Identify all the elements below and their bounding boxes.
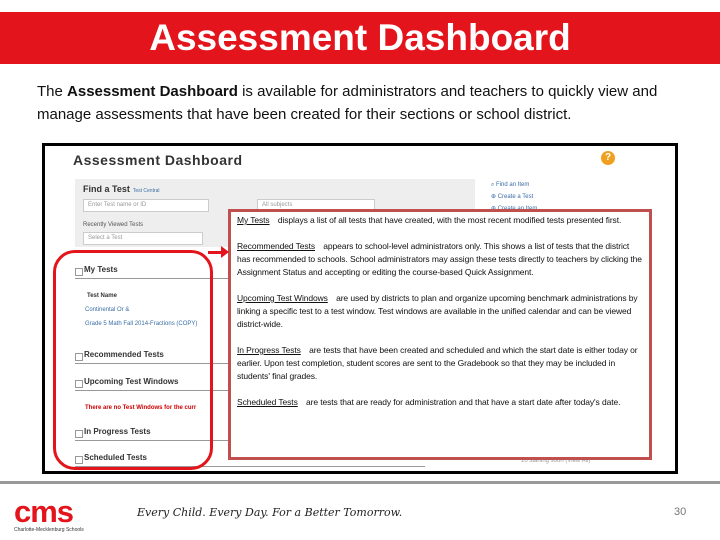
create-test-link[interactable]: ⊕ Create a Test (491, 191, 537, 203)
logo-text: cms (14, 494, 74, 529)
callout-term: Scheduled Tests (237, 397, 298, 407)
intro-prefix: The (37, 83, 68, 100)
find-item-label: Find an Item (496, 182, 530, 188)
intro-text: The Assessment Dashboard is available fo… (37, 80, 697, 126)
dashboard-title: Assessment Dashboard (73, 152, 243, 168)
tagline: Every Child. Every Day. For a Better Tom… (137, 506, 403, 519)
recent-test-select[interactable]: Select a Test (83, 232, 203, 245)
footer-divider (0, 481, 720, 484)
callout-text: are tests that are ready for administrat… (305, 397, 621, 407)
callout-text: displays a list of all tests that have c… (277, 215, 622, 225)
arrowhead-icon (221, 246, 229, 258)
slide-title: Assessment Dashboard (0, 12, 720, 64)
page-number: 30 (674, 506, 687, 518)
callout-term: Upcoming Test Windows (237, 293, 328, 303)
callout-item: My Tests displays a list of all tests th… (237, 214, 643, 227)
cms-logo: cms Charlotte-Mecklenburg Schools (12, 490, 112, 535)
callout-term: My Tests (237, 215, 270, 225)
test-name-input[interactable]: Enter Test name or ID (83, 199, 209, 212)
callout-term: Recommended Tests (237, 241, 315, 251)
highlight-ring (53, 250, 213, 470)
callout-term: In Progress Tests (237, 345, 301, 355)
find-label-text: Find a Test (83, 184, 130, 194)
callout-item: Upcoming Test Windows are used by distri… (237, 292, 643, 331)
callout-item: Scheduled Tests are tests that are ready… (237, 396, 643, 409)
find-item-link[interactable]: ⌕ Find an Item (491, 179, 537, 191)
recent-label: Recently Viewed Tests (83, 222, 144, 228)
explanation-callout: My Tests displays a list of all tests th… (228, 209, 652, 460)
callout-item: Recommended Tests appears to school-leve… (237, 240, 643, 279)
find-label: Find a Test Test Central (83, 184, 160, 194)
logo-subtext: Charlotte-Mecklenburg Schools (14, 527, 84, 533)
intro-bold: Assessment Dashboard (67, 83, 238, 100)
help-icon[interactable]: ? (601, 151, 615, 165)
test-central-link[interactable]: Test Central (133, 188, 160, 194)
create-test-label: Create a Test (497, 194, 534, 200)
callout-item: In Progress Tests are tests that have be… (237, 344, 643, 383)
